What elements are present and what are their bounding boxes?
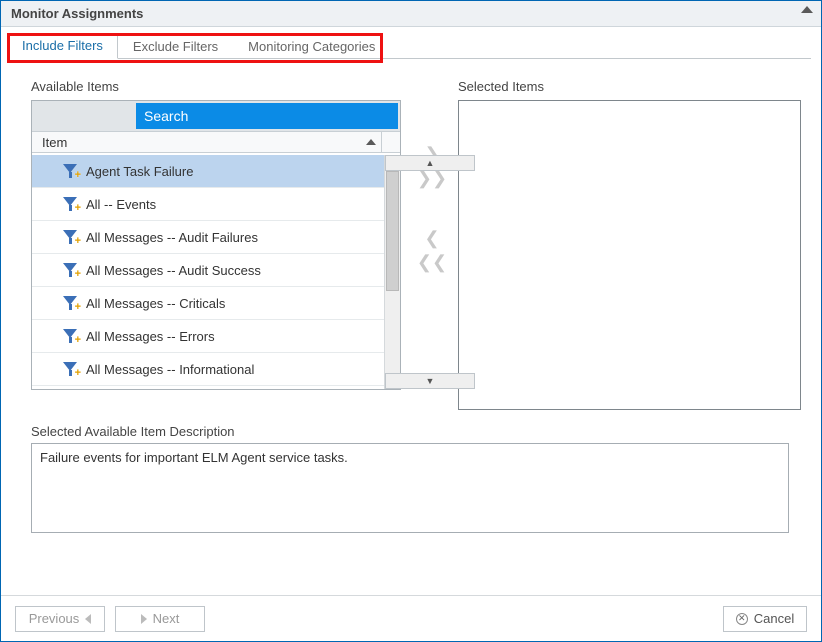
collapse-icon[interactable] (801, 6, 813, 13)
sort-asc-icon (366, 139, 376, 145)
list-item[interactable]: + Agent Task Failure (32, 155, 384, 188)
next-button[interactable]: Next (115, 606, 205, 632)
scroll-up-icon[interactable]: ▲ (385, 155, 475, 171)
selected-items-box[interactable] (458, 100, 801, 410)
filter-icon: + (62, 195, 78, 213)
tab-bar: Include Filters Exclude Filters Monitori… (1, 33, 821, 59)
add-all-button[interactable]: ❯❯ (417, 169, 447, 187)
list-item-label: All Messages -- Criticals (86, 296, 225, 311)
scroll-down-icon[interactable]: ▼ (385, 373, 475, 389)
list-item[interactable]: + All Messages -- Informational (32, 353, 384, 386)
tab-monitoring-categories[interactable]: Monitoring Categories (233, 34, 390, 59)
dialog-body: Available Items Item + (1, 67, 821, 595)
remove-button[interactable]: ❮ (424, 229, 439, 247)
dialog-title: Monitor Assignments (11, 6, 143, 21)
previous-button[interactable]: Previous (15, 606, 105, 632)
tab-include-filters[interactable]: Include Filters (7, 33, 118, 59)
list-item-label: All Messages -- Audit Failures (86, 230, 258, 245)
close-icon: ✕ (736, 613, 748, 625)
available-column: Available Items Item + (31, 79, 406, 390)
filter-icon: + (62, 162, 78, 180)
search-row (32, 101, 400, 131)
column-header-item: Item (42, 135, 67, 150)
tab-exclude-filters[interactable]: Exclude Filters (118, 34, 233, 59)
description-text: Failure events for important ELM Agent s… (40, 450, 348, 465)
chevron-left-icon (85, 614, 91, 624)
description-box: Failure events for important ELM Agent s… (31, 443, 789, 533)
search-input[interactable] (136, 103, 398, 129)
tab-underline (11, 58, 811, 59)
scrollbar[interactable]: ▲ ▼ (384, 155, 400, 389)
dialog-window: Monitor Assignments Include Filters Excl… (0, 0, 822, 642)
list-item[interactable]: + All Messages -- Criticals (32, 287, 384, 320)
available-items-label: Available Items (31, 79, 406, 94)
description-label: Selected Available Item Description (31, 424, 801, 439)
dialog-titlebar: Monitor Assignments (1, 1, 821, 27)
selected-column: Selected Items (458, 79, 801, 410)
cancel-label: Cancel (754, 611, 794, 626)
list-item-label: Agent Task Failure (86, 164, 193, 179)
remove-all-button[interactable]: ❮❮ (417, 253, 447, 271)
mover-column: ❯ ❯❯ ❮ ❮❮ (416, 79, 448, 271)
cancel-button[interactable]: ✕ Cancel (723, 606, 807, 632)
previous-label: Previous (29, 611, 80, 626)
search-leading-blank (34, 103, 136, 129)
available-items-list: + Agent Task Failure + All -- Events + A… (32, 155, 384, 389)
chevron-right-icon (141, 614, 147, 624)
list-item-label: All Messages -- Informational (86, 362, 254, 377)
list-item[interactable]: + All Messages -- Errors (32, 320, 384, 353)
filter-icon: + (62, 294, 78, 312)
list-item[interactable]: + All Messages -- Audit Failures (32, 221, 384, 254)
selected-items-label: Selected Items (458, 79, 801, 94)
scroll-thumb[interactable] (386, 171, 399, 291)
list-item-label: All -- Events (86, 197, 156, 212)
next-label: Next (153, 611, 180, 626)
filter-icon: + (62, 228, 78, 246)
column-header-row[interactable]: Item (32, 131, 400, 153)
list-item-label: All Messages -- Errors (86, 329, 215, 344)
list-item[interactable]: + All -- Events (32, 188, 384, 221)
column-divider (381, 132, 382, 152)
list-item-label: All Messages -- Audit Success (86, 263, 261, 278)
available-items-box: Item + Agent Task Failure + Al (31, 100, 401, 390)
dialog-footer: Previous Next ✕ Cancel (1, 595, 821, 641)
filter-icon: + (62, 360, 78, 378)
filter-icon: + (62, 327, 78, 345)
list-item[interactable]: + All Messages -- Audit Success (32, 254, 384, 287)
filter-icon: + (62, 261, 78, 279)
